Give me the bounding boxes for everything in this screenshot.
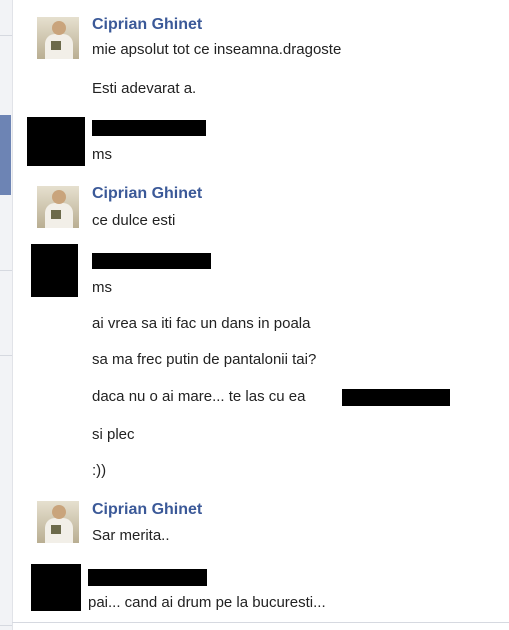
redacted-avatar <box>31 564 81 611</box>
sender-name[interactable]: Ciprian Ghinet <box>92 185 202 203</box>
message-text: mie apsolut tot ce inseamna.dragoste <box>92 41 342 58</box>
redacted-sender-name <box>88 569 207 586</box>
message-text: sa ma frec putin de pantalonii tai? <box>92 351 317 368</box>
message-text: pai... cand ai drum pe la bucuresti... <box>88 594 326 611</box>
redacted-sender-name <box>92 120 206 136</box>
sender-avatar[interactable] <box>37 186 79 228</box>
redacted-sender-name <box>92 253 211 269</box>
redacted-avatar <box>31 244 78 297</box>
redacted-avatar <box>27 117 85 166</box>
sender-avatar[interactable] <box>37 501 79 543</box>
message-text: Sar merita.. <box>92 527 170 544</box>
divider <box>0 270 12 271</box>
sender-name[interactable]: Ciprian Ghinet <box>92 501 202 519</box>
message-text: ms <box>92 279 112 296</box>
active-thread-indicator <box>0 115 11 195</box>
divider <box>0 35 12 36</box>
message-text: ai vrea sa iti fac un dans in poala <box>92 315 311 332</box>
redacted-text <box>342 389 450 406</box>
chat-bottom-border <box>12 622 509 623</box>
message-text: :)) <box>92 462 107 479</box>
message-text: Esti adevarat a. <box>92 80 197 97</box>
message-text: ms <box>92 146 112 163</box>
divider <box>0 355 12 356</box>
left-sidebar-strip <box>0 0 13 630</box>
divider <box>0 625 12 626</box>
sender-avatar[interactable] <box>37 17 79 59</box>
message-text: si plec <box>92 426 135 443</box>
message-text: ce dulce esti <box>92 212 176 229</box>
sender-name[interactable]: Ciprian Ghinet <box>92 16 202 34</box>
message-text: daca nu o ai mare... te las cu ea <box>92 388 306 405</box>
